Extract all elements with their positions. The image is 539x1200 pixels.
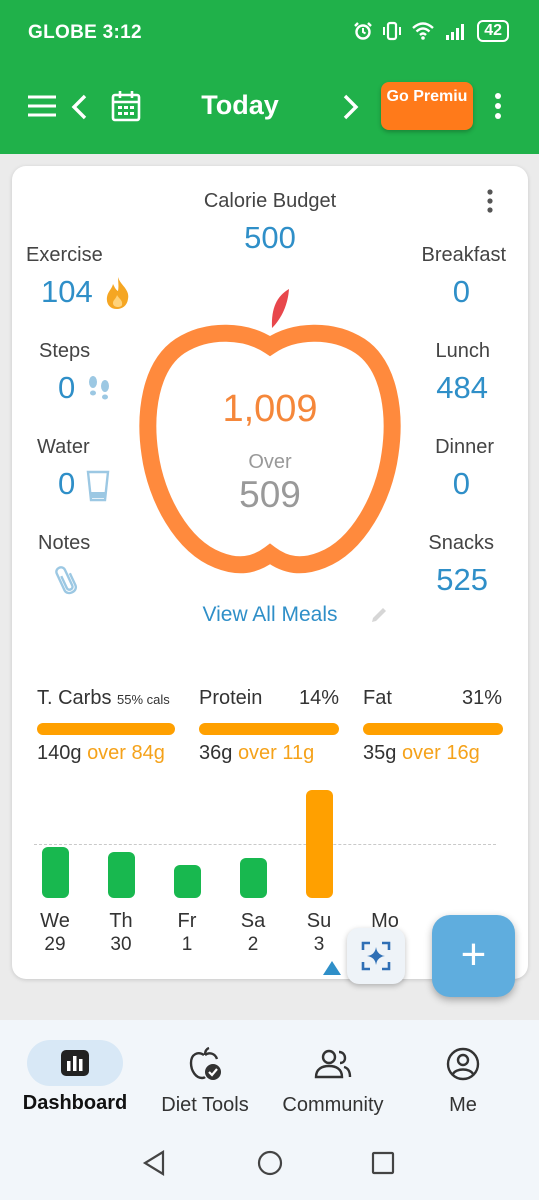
macro-fat-pct: 31% bbox=[461, 687, 502, 709]
person-circle-icon bbox=[446, 1047, 480, 1081]
selected-day-indicator bbox=[323, 961, 341, 975]
nav-diet-tools[interactable]: Diet Tools bbox=[140, 1040, 270, 1117]
go-premium-button[interactable]: Go Premiu bbox=[381, 82, 473, 130]
day-date-fr: 1 bbox=[181, 934, 193, 955]
day-label-fr[interactable]: Fr bbox=[167, 910, 207, 933]
signal-icon bbox=[446, 24, 465, 40]
pencil-icon[interactable] bbox=[370, 606, 388, 624]
macro-fat-bar bbox=[363, 723, 503, 735]
notes-label: Notes bbox=[38, 532, 91, 554]
snacks-label: Snacks bbox=[428, 532, 494, 554]
nav-dashboard[interactable]: Dashboard bbox=[10, 1040, 140, 1115]
bar-chart-icon bbox=[61, 1050, 89, 1076]
nav-dashboard-label: Dashboard bbox=[22, 1092, 128, 1114]
nav-diet-tools-label: Diet Tools bbox=[161, 1094, 249, 1116]
steps-value[interactable]: 0 bbox=[58, 370, 75, 406]
calorie-budget-value[interactable]: 500 bbox=[170, 220, 370, 256]
status-icons: 42 bbox=[353, 20, 509, 42]
system-home-icon[interactable] bbox=[257, 1150, 283, 1176]
exercise-label: Exercise bbox=[26, 244, 103, 266]
ai-scan-button[interactable] bbox=[347, 928, 405, 984]
macro-carbs-bar bbox=[37, 723, 175, 735]
view-all-meals-link[interactable]: View All Meals bbox=[182, 603, 358, 627]
system-back-icon[interactable] bbox=[142, 1150, 166, 1176]
over-label: Over bbox=[248, 451, 292, 473]
lunch-value[interactable]: 484 bbox=[392, 370, 488, 406]
day-label-we[interactable]: We bbox=[35, 910, 75, 933]
macro-fat-title: Fat bbox=[363, 687, 392, 709]
summary-card: Calorie Budget 500 Exercise 104 Steps 0 … bbox=[12, 166, 528, 979]
macro-carbs-grams: 140g bbox=[37, 742, 82, 764]
apple-check-icon bbox=[189, 1047, 221, 1080]
nav-me-label: Me bbox=[449, 1094, 477, 1116]
macro-carbs-note: 55% cals bbox=[117, 692, 170, 707]
macro-fat-grams: 35g bbox=[363, 742, 397, 764]
battery-indicator: 42 bbox=[477, 20, 509, 42]
add-button[interactable]: + bbox=[432, 915, 515, 997]
day-date-su: 3 bbox=[313, 934, 325, 955]
dinner-label: Dinner bbox=[435, 436, 494, 458]
nav-community-label: Community bbox=[282, 1094, 384, 1116]
water-label: Water bbox=[37, 436, 90, 458]
day-bar-sa[interactable] bbox=[239, 858, 267, 898]
day-date-we: 29 bbox=[44, 934, 66, 955]
breakfast-label: Breakfast bbox=[421, 244, 506, 266]
macro-carbs-sub: 140g over 84g bbox=[37, 742, 165, 765]
more-vert-icon[interactable] bbox=[494, 92, 502, 120]
system-recents-icon[interactable] bbox=[371, 1150, 395, 1176]
people-icon bbox=[314, 1049, 352, 1079]
calories-consumed-value: 1,009 bbox=[222, 388, 318, 430]
macro-carbs-title: T. Carbs 55% cals bbox=[37, 687, 170, 710]
macro-protein-grams: 36g bbox=[199, 742, 233, 764]
nav-dashboard-pill bbox=[27, 1040, 123, 1086]
nav-community[interactable]: Community bbox=[268, 1040, 398, 1117]
day-date-sa: 2 bbox=[247, 934, 259, 955]
wifi-icon bbox=[412, 22, 435, 40]
macro-protein-bar bbox=[199, 723, 339, 735]
day-label-th[interactable]: Th bbox=[101, 910, 141, 933]
footsteps-icon bbox=[89, 376, 109, 400]
day-bar-th[interactable] bbox=[107, 852, 135, 898]
over-value: 509 bbox=[239, 474, 301, 515]
snacks-value[interactable]: 525 bbox=[392, 562, 488, 598]
budget-line bbox=[34, 844, 496, 845]
vibrate-icon bbox=[383, 21, 402, 41]
macro-protein-sub: 36g over 11g bbox=[199, 742, 314, 765]
card-more-icon[interactable] bbox=[486, 188, 494, 214]
macro-protein-title: Protein bbox=[199, 687, 263, 709]
macro-carbs-over: over 84g bbox=[87, 742, 165, 764]
flame-icon bbox=[106, 277, 129, 309]
alarm-icon bbox=[354, 22, 373, 40]
macro-fat-sub: 35g over 16g bbox=[363, 742, 480, 765]
day-label-su[interactable]: Su bbox=[299, 910, 339, 933]
steps-label: Steps bbox=[39, 340, 91, 362]
water-value[interactable]: 0 bbox=[58, 466, 75, 502]
day-label-sa[interactable]: Sa bbox=[233, 910, 273, 933]
nav-me[interactable]: Me bbox=[398, 1040, 528, 1117]
paperclip-icon[interactable] bbox=[55, 562, 79, 596]
macro-protein-over: over 11g bbox=[237, 742, 315, 764]
macro-protein-pct: 14% bbox=[298, 687, 339, 709]
sparkle-scan-icon bbox=[361, 941, 391, 971]
day-bar-we[interactable] bbox=[41, 847, 69, 898]
exercise-value[interactable]: 104 bbox=[41, 274, 93, 310]
day-bar-fr[interactable] bbox=[173, 865, 201, 898]
glass-icon bbox=[86, 470, 110, 502]
status-carrier-time: GLOBE 3:12 bbox=[28, 22, 142, 43]
macro-fat-over: over 16g bbox=[401, 742, 480, 764]
lunch-label: Lunch bbox=[435, 340, 491, 362]
calorie-budget-label: Calorie Budget bbox=[203, 190, 337, 212]
chevron-right-icon[interactable] bbox=[342, 94, 360, 120]
day-date-th: 30 bbox=[110, 934, 132, 955]
macro-carbs-title-text: T. Carbs bbox=[37, 687, 112, 709]
day-bar-su[interactable] bbox=[305, 790, 333, 898]
